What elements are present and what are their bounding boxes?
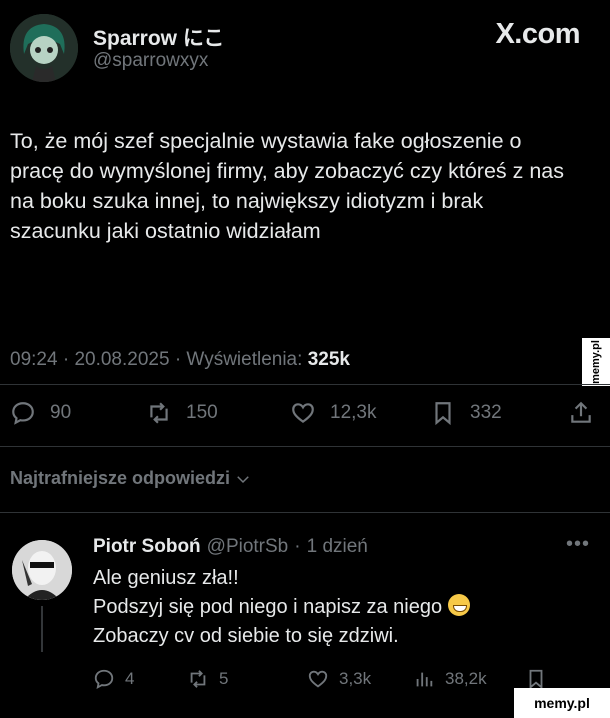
divider <box>0 384 610 385</box>
reply-reply-count: 4 <box>125 669 135 688</box>
reply-handle[interactable]: @PiotrSb <box>207 536 289 558</box>
retweet-button[interactable]: 150 <box>146 400 218 426</box>
author-display-name[interactable]: Sparrow にこ <box>93 22 224 52</box>
reply-line: Zobaczy cv od siebie to się zdziwi. <box>93 625 399 647</box>
meta-separator: · <box>174 349 182 370</box>
reply-text: Ale geniusz zła!! Podszyj się pod niego … <box>93 564 573 651</box>
author-avatar[interactable] <box>10 14 78 82</box>
reply-display-name[interactable]: Piotr Soboń <box>93 536 201 558</box>
share-button[interactable] <box>568 400 594 426</box>
like-count: 12,3k <box>330 402 377 423</box>
thread-line <box>41 606 43 652</box>
speech-bubble-icon <box>12 402 34 425</box>
reply-count: 90 <box>50 402 72 423</box>
best-replies-dropdown[interactable]: Najtrafniejsze odpowiedzi <box>10 468 252 489</box>
reply-reply-button[interactable]: 4 <box>93 668 134 690</box>
share-icon <box>571 401 591 423</box>
like-button[interactable]: 12,3k <box>290 400 376 426</box>
reply-retweet-button[interactable]: 5 <box>187 668 228 690</box>
grinning-emoji-icon <box>447 594 470 616</box>
reply-like-button[interactable]: 3,3k <box>307 668 371 690</box>
retweet-icon <box>190 670 206 688</box>
tweet-meta: 09:24 · 20.08.2025 · Wyświetlenia: 325k <box>10 349 350 371</box>
reply-avatar[interactable] <box>12 540 72 600</box>
reply-line: Podszyj się pod niego i napisz za niego <box>93 596 443 618</box>
more-dots-icon[interactable]: ••• <box>566 533 590 556</box>
tweet-date[interactable]: 20.08.2025 <box>74 349 169 370</box>
speech-bubble-icon <box>94 669 114 689</box>
watermark-bottom: memy.pl <box>514 688 610 718</box>
views-label: Wyświetlenia: <box>186 349 303 370</box>
reply-like-count: 3,3k <box>339 669 372 688</box>
reply-header: Piotr Soboń @PiotrSb · 1 dzień <box>93 536 368 558</box>
reply-line: Ale geniusz zła!! <box>93 567 239 589</box>
reply-button[interactable]: 90 <box>10 400 71 426</box>
author-name-row: Sparrow にこ <box>93 22 224 52</box>
best-replies-label: Najtrafniejsze odpowiedzi <box>10 468 231 488</box>
tweet-text: To, że mój szef specjalnie wystawia fake… <box>10 129 565 243</box>
reply-age[interactable]: 1 dzień <box>307 536 368 558</box>
author-handle[interactable]: @sparrowxyx <box>93 50 208 72</box>
heart-icon <box>308 670 328 688</box>
meta-separator: · <box>62 349 70 370</box>
reply-line-with-emoji: Podszyj się pod niego i napisz za niego <box>93 593 573 622</box>
bar-chart-icon <box>416 672 433 687</box>
reply-retweet-count: 5 <box>219 669 229 688</box>
retweet-icon <box>150 402 168 424</box>
tweet-time[interactable]: 09:24 <box>10 349 58 370</box>
views-count: 325k <box>307 349 350 370</box>
bookmark-count: 332 <box>470 402 502 423</box>
tweet-actions: 90 150 12,3k 332 <box>10 400 600 428</box>
bookmark-icon <box>529 669 543 690</box>
watermark-side: memy.pl <box>582 338 610 386</box>
heart-icon <box>292 403 314 423</box>
divider <box>0 446 610 447</box>
reply-views-button[interactable]: 38,2k <box>413 668 487 690</box>
chevron-down-icon <box>237 475 249 483</box>
meta-separator: · <box>294 536 301 557</box>
reply-bookmark-button[interactable] <box>525 668 547 690</box>
source-label: X.com <box>495 18 580 50</box>
reply-views-count: 38,2k <box>445 669 487 688</box>
retweet-count: 150 <box>186 402 218 423</box>
divider <box>0 512 610 513</box>
bookmark-button[interactable]: 332 <box>430 400 502 426</box>
bookmark-icon <box>435 402 451 426</box>
